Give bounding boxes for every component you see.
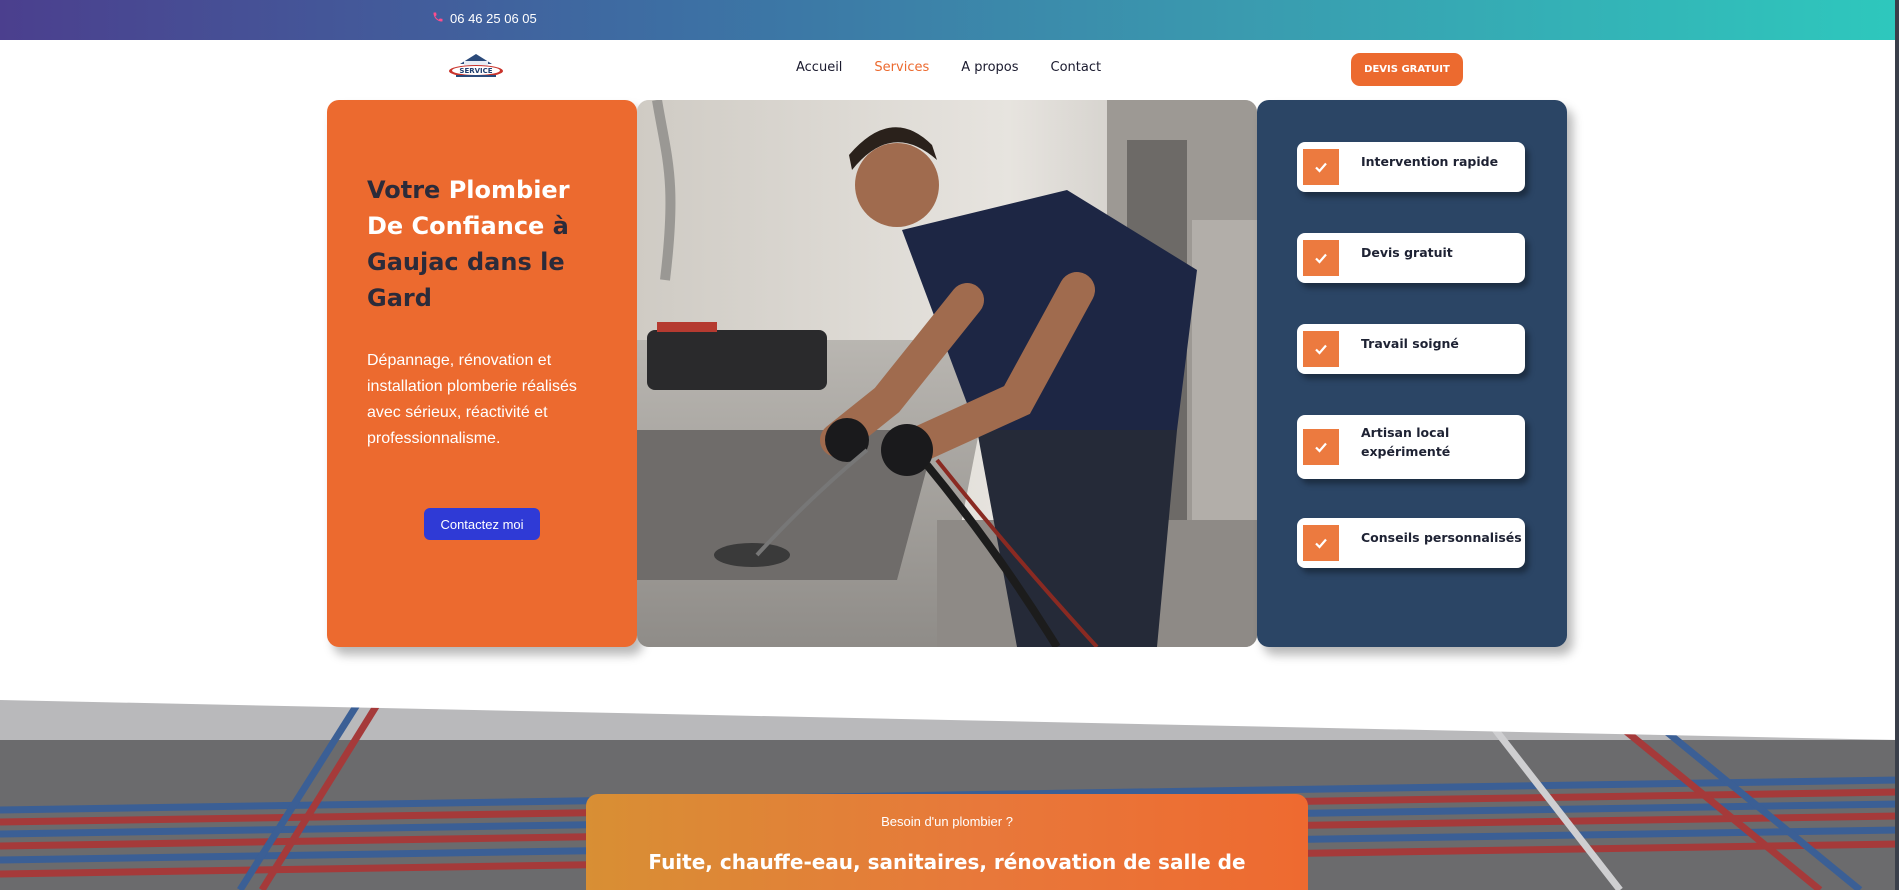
hero-title: Votre Plombier De Confiance à Gaujac dan… — [367, 172, 607, 316]
check-icon — [1303, 331, 1339, 367]
feature-item: Conseils personnalisés — [1297, 518, 1525, 568]
feature-label: Intervention rapide — [1361, 154, 1499, 169]
phone-contact[interactable]: 06 46 25 06 05 — [432, 11, 537, 26]
check-icon — [1303, 429, 1339, 465]
hero-description: Dépannage, rénovation et installation pl… — [367, 352, 577, 447]
check-icon — [1303, 240, 1339, 276]
features-card: Intervention rapide Devis gratuit Travai… — [1257, 100, 1567, 647]
hero-card: Votre Plombier De Confiance à Gaujac dan… — [327, 100, 637, 647]
contact-button[interactable]: Contactez moi — [424, 508, 540, 540]
scrollbar[interactable] — [1895, 0, 1899, 890]
feature-label: Travail soigné — [1361, 336, 1459, 351]
top-bar: 06 46 25 06 05 — [0, 0, 1899, 40]
feature-item: Travail soigné — [1297, 324, 1525, 374]
feature-item: Devis gratuit — [1297, 233, 1525, 283]
feature-item: Artisan local expérimenté — [1297, 415, 1525, 479]
feature-label: Conseils personnalisés — [1361, 530, 1522, 545]
check-icon — [1303, 149, 1339, 185]
nav-item-accueil[interactable]: Accueil — [796, 60, 842, 75]
nav-item-contact[interactable]: Contact — [1051, 60, 1102, 75]
check-icon — [1303, 525, 1339, 561]
main-nav: Accueil Services A propos Contact — [796, 60, 1101, 75]
phone-icon — [432, 11, 444, 26]
page: 06 46 25 06 05 SERVICE Accueil Services … — [0, 0, 1899, 890]
banner-kicker: Besoin d'un plombier ? — [881, 814, 1013, 829]
feature-label: Devis gratuit — [1361, 245, 1453, 260]
phone-number: 06 46 25 06 05 — [450, 11, 537, 26]
devis-gratuit-button[interactable]: DEVIS GRATUIT — [1351, 53, 1463, 86]
cta-banner: Besoin d'un plombier ? Fuite, chauffe-ea… — [586, 794, 1308, 890]
feature-item: Intervention rapide — [1297, 142, 1525, 192]
nav-item-a-propos[interactable]: A propos — [961, 60, 1018, 75]
banner-headline: Fuite, chauffe-eau, sanitaires, rénovati… — [648, 850, 1246, 874]
plumber-photo — [637, 100, 1257, 647]
hero-title-part1: Votre — [367, 176, 449, 204]
logo-text: SERVICE — [459, 67, 492, 75]
nav-item-services[interactable]: Services — [874, 60, 929, 75]
feature-label: Artisan local expérimenté — [1361, 425, 1451, 459]
logo[interactable]: SERVICE — [448, 52, 504, 80]
